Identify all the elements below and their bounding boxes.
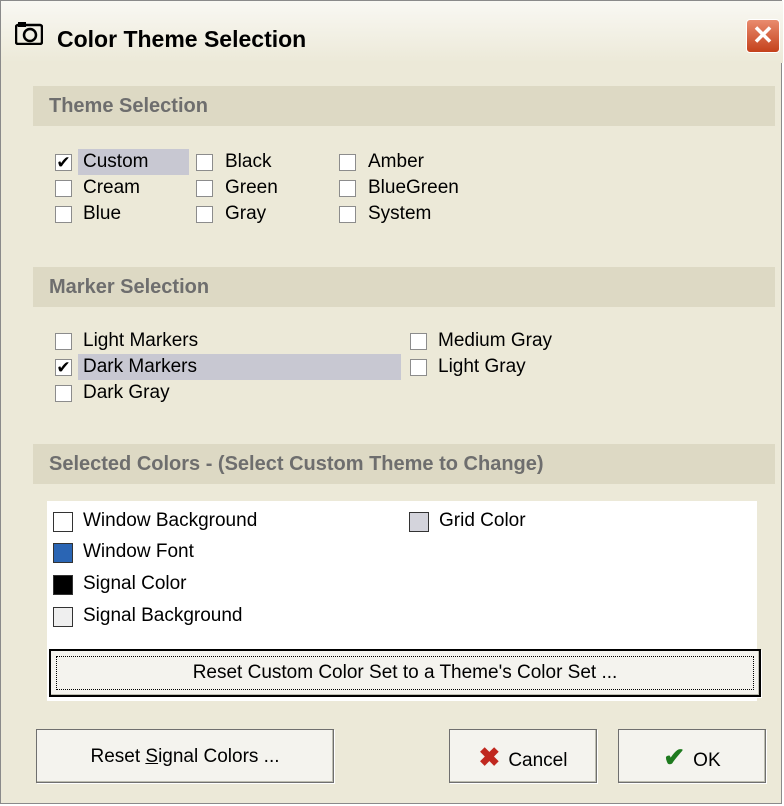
checkbox-amber[interactable] <box>339 154 356 171</box>
reset-signal-colors-button[interactable]: Reset Signal Colors ... <box>36 729 334 783</box>
checkbox-light-markers[interactable] <box>55 333 72 350</box>
checkbox-medium-gray[interactable] <box>410 333 427 350</box>
ok-label: OK <box>693 750 721 771</box>
checkbox-label-dark-gray: Dark Gray <box>83 382 170 403</box>
close-icon: ✕ <box>752 20 774 50</box>
checkbox-system[interactable] <box>339 206 356 223</box>
cancel-label: Cancel <box>508 750 568 771</box>
checkbox-green[interactable] <box>196 180 213 197</box>
color-theme-dialog: Color Theme Selection ✕ Theme Selection … <box>0 0 783 804</box>
checkbox-label-medium-gray: Medium Gray <box>438 330 553 351</box>
color-swatch-window-font[interactable] <box>53 543 73 563</box>
reset-custom-color-set-button[interactable]: Reset Custom Color Set to a Theme's Colo… <box>49 649 761 697</box>
close-button[interactable]: ✕ <box>746 19 780 53</box>
color-swatch-signal-background[interactable] <box>53 607 73 627</box>
window-title: Color Theme Selection <box>57 26 307 52</box>
checkbox-label-dark-markers: Dark Markers <box>83 356 198 377</box>
camera-icon <box>15 22 43 45</box>
color-label-signal-background: Signal Background <box>83 605 243 626</box>
marker-section-header: Marker Selection <box>33 267 775 307</box>
checkmark-icon: ✔ <box>663 742 686 772</box>
checkbox-label-amber: Amber <box>368 151 424 172</box>
cancel-button[interactable]: ✖ Cancel <box>449 729 597 783</box>
focus-rectangle <box>56 656 754 690</box>
checkbox-label-cream: Cream <box>83 177 141 198</box>
check-icon: ✔ <box>56 153 71 172</box>
checkbox-label-black: Black <box>225 151 272 172</box>
color-label-signal-color: Signal Color <box>83 573 187 594</box>
color-label-window-background: Window Background <box>83 510 258 531</box>
check-icon: ✔ <box>56 358 71 377</box>
checkbox-light-gray[interactable] <box>410 359 427 376</box>
color-swatch-signal-color[interactable] <box>53 575 73 595</box>
checkbox-label-blue: Blue <box>83 203 122 224</box>
reset-signal-label-part: ignal Colors ... <box>158 746 280 767</box>
checkbox-label-system: System <box>368 203 432 224</box>
reset-signal-accelerator: S <box>145 746 159 767</box>
reset-signal-label-part: Reset <box>90 746 146 767</box>
checkbox-gray[interactable] <box>196 206 213 223</box>
checkbox-label-custom: Custom <box>83 151 149 172</box>
checkbox-dark-markers[interactable]: ✔ <box>55 359 72 376</box>
checkbox-label-gray: Gray <box>225 203 267 224</box>
checkbox-custom[interactable]: ✔ <box>55 154 72 171</box>
colors-section-header: Selected Colors - (Select Custom Theme t… <box>33 444 775 484</box>
checkbox-dark-gray[interactable] <box>55 385 72 402</box>
color-swatch-grid-color[interactable] <box>409 512 429 532</box>
color-label-window-font: Window Font <box>83 541 194 562</box>
checkbox-blue[interactable] <box>55 206 72 223</box>
theme-section-header: Theme Selection <box>33 86 775 126</box>
checkbox-cream[interactable] <box>55 180 72 197</box>
checkbox-label-green: Green <box>225 177 278 198</box>
ok-button[interactable]: ✔ OK <box>618 729 766 783</box>
color-label-grid-color: Grid Color <box>439 510 526 531</box>
title-bar[interactable]: Color Theme Selection ✕ <box>1 1 783 63</box>
checkbox-label-light-markers: Light Markers <box>83 330 199 351</box>
checkbox-black[interactable] <box>196 154 213 171</box>
checkbox-label-light-gray: Light Gray <box>438 356 526 377</box>
checkbox-bluegreen[interactable] <box>339 180 356 197</box>
checkbox-label-bluegreen: BlueGreen <box>368 177 459 198</box>
x-icon: ✖ <box>478 742 501 772</box>
color-swatch-window-background[interactable] <box>53 512 73 532</box>
